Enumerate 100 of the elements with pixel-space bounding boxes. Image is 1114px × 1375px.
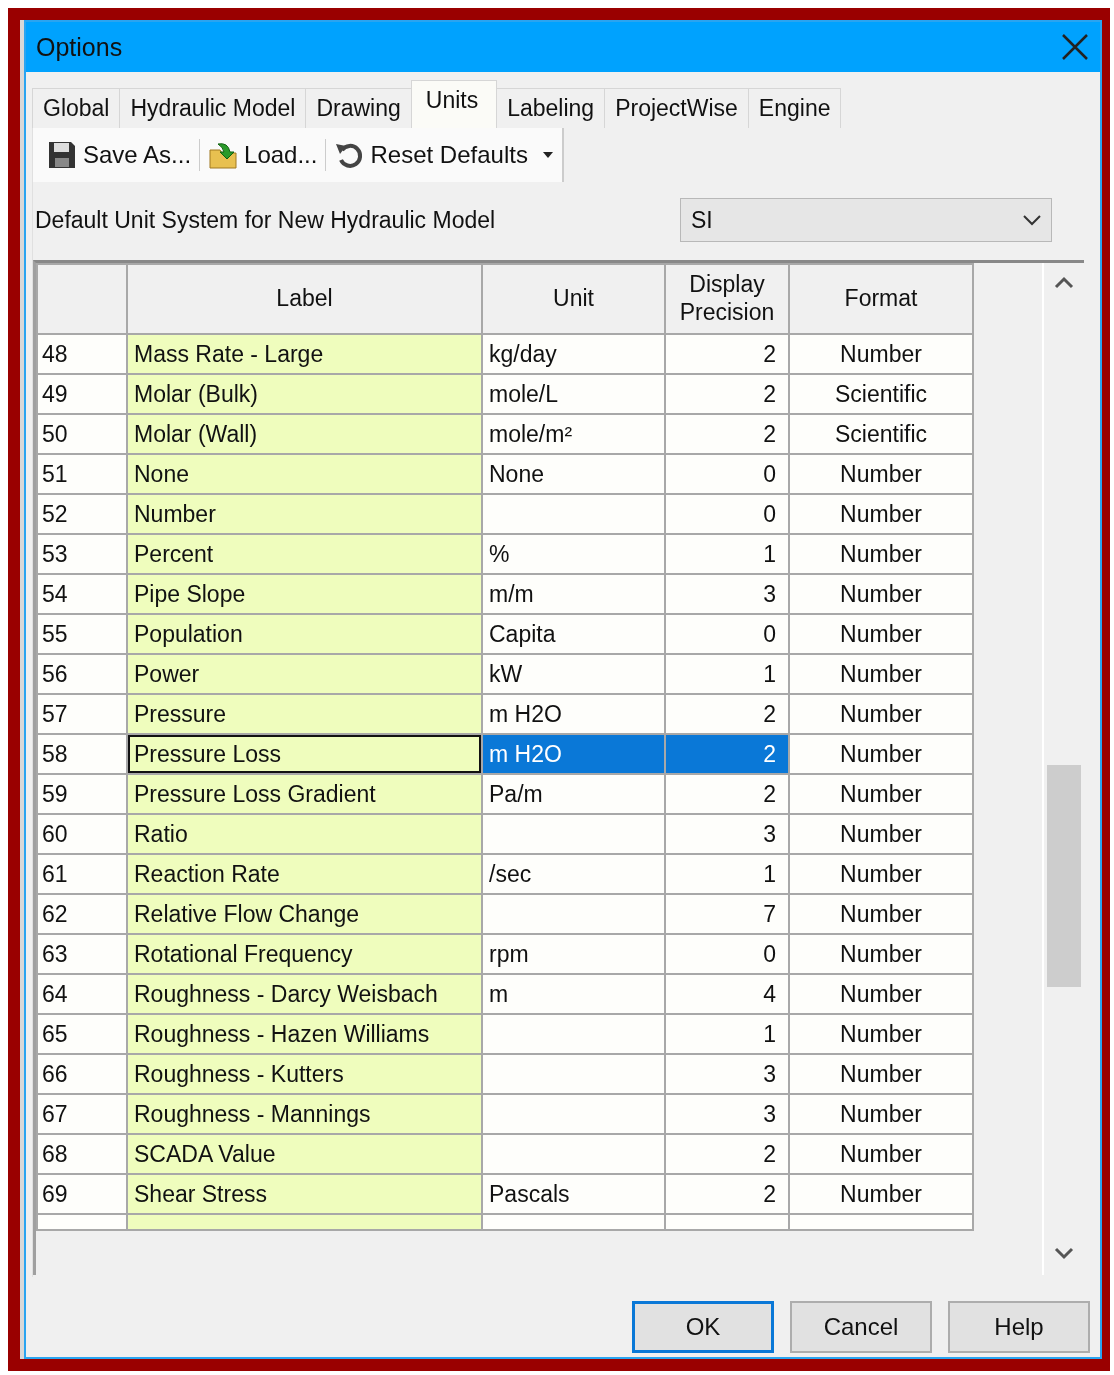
table-cell[interactable]: 3 (665, 814, 789, 854)
table-cell[interactable]: Molar (Wall) (127, 414, 482, 454)
scroll-up-icon[interactable] (1054, 275, 1074, 289)
table-cell[interactable]: m (482, 974, 665, 1014)
table-cell[interactable]: None (482, 454, 665, 494)
column-header[interactable]: Format (789, 264, 973, 334)
table-cell[interactable]: Number (789, 334, 973, 374)
table-cell[interactable]: 0 (665, 494, 789, 534)
table-cell[interactable]: 1 (665, 1014, 789, 1054)
table-cell[interactable]: 2 (665, 1174, 789, 1214)
table-cell[interactable]: Ratio (127, 814, 482, 854)
table-cell[interactable]: Shear Stress (127, 1174, 482, 1214)
table-cell[interactable]: 1 (665, 654, 789, 694)
dialog-button[interactable]: Help (948, 1301, 1090, 1353)
table-cell[interactable]: Number (789, 494, 973, 534)
table-cell[interactable] (482, 894, 665, 934)
table-cell[interactable]: m H2O (482, 694, 665, 734)
table-cell[interactable]: Mass Rate - Large (127, 334, 482, 374)
scrollbar-thumb[interactable] (1047, 765, 1081, 987)
column-header[interactable]: Display Precision (665, 264, 789, 334)
tab[interactable]: Engine (747, 88, 842, 128)
table-cell[interactable]: Number (789, 1094, 973, 1134)
dialog-button[interactable]: OK (632, 1301, 774, 1353)
table-cell[interactable]: Pressure Loss Gradient (127, 774, 482, 814)
table-cell[interactable]: Pipe Slope (127, 574, 482, 614)
dialog-button[interactable]: Cancel (790, 1301, 932, 1353)
table-cell[interactable]: Power (127, 654, 482, 694)
table-cell[interactable]: Number (789, 934, 973, 974)
table-cell[interactable] (482, 1054, 665, 1094)
table-cell[interactable]: Population (127, 614, 482, 654)
table-cell[interactable]: 0 (665, 454, 789, 494)
tab[interactable]: Units (410, 80, 498, 128)
table-cell[interactable]: 7 (665, 894, 789, 934)
table-cell[interactable]: Number (789, 454, 973, 494)
table-cell[interactable]: 1 (665, 534, 789, 574)
table-cell[interactable]: Number (789, 814, 973, 854)
table-cell[interactable]: Number (789, 734, 973, 774)
table-cell[interactable]: 0 (665, 614, 789, 654)
table-cell[interactable]: Roughness - Hazen Williams (127, 1014, 482, 1054)
table-cell[interactable]: 2 (665, 1134, 789, 1174)
table-cell[interactable]: Rotational Frequency (127, 934, 482, 974)
table-cell[interactable]: Number (789, 774, 973, 814)
table-cell[interactable]: Number (789, 1054, 973, 1094)
table-cell[interactable]: Number (789, 1134, 973, 1174)
table-cell[interactable]: Pressure (127, 694, 482, 734)
table-cell[interactable]: Roughness - Kutters (127, 1054, 482, 1094)
table-cell[interactable]: 3 (665, 1094, 789, 1134)
table-cell[interactable]: Roughness - Mannings (127, 1094, 482, 1134)
table-cell[interactable]: Molar (Bulk) (127, 374, 482, 414)
table-cell[interactable]: 3 (665, 1054, 789, 1094)
scroll-down-icon[interactable] (1054, 1247, 1074, 1261)
table-cell[interactable]: m H2O (482, 734, 665, 774)
table-cell[interactable]: 2 (665, 414, 789, 454)
table-cell[interactable]: Number (789, 894, 973, 934)
table-cell[interactable]: Pascals (482, 1174, 665, 1214)
table-cell[interactable]: /sec (482, 854, 665, 894)
table-cell[interactable] (482, 494, 665, 534)
table-cell[interactable]: Relative Flow Change (127, 894, 482, 934)
table-cell[interactable]: % (482, 534, 665, 574)
table-cell[interactable]: Number (789, 854, 973, 894)
table-cell[interactable]: Number (789, 574, 973, 614)
close-icon[interactable] (1060, 32, 1090, 62)
table-cell[interactable]: 2 (665, 694, 789, 734)
toolbar-button[interactable]: Reset Defaults (326, 132, 562, 178)
table-cell[interactable]: Number (127, 494, 482, 534)
table-cell[interactable]: Number (789, 534, 973, 574)
table-cell[interactable]: 0 (665, 934, 789, 974)
table-cell[interactable]: m/m (482, 574, 665, 614)
table-cell[interactable] (482, 814, 665, 854)
table-cell[interactable]: Pressure Loss (127, 734, 482, 774)
column-header[interactable]: Unit (482, 264, 665, 334)
table-cell[interactable]: Number (789, 654, 973, 694)
table-cell[interactable]: Number (789, 694, 973, 734)
table-cell[interactable]: rpm (482, 934, 665, 974)
table-cell[interactable]: 4 (665, 974, 789, 1014)
table-cell[interactable]: None (127, 454, 482, 494)
table-cell[interactable]: Pa/m (482, 774, 665, 814)
table-cell[interactable]: mole/m² (482, 414, 665, 454)
table-cell[interactable]: 2 (665, 774, 789, 814)
table-cell[interactable]: Scientific (789, 414, 973, 454)
toolbar-button[interactable]: Save As... (39, 132, 200, 178)
table-cell[interactable]: kg/day (482, 334, 665, 374)
tab[interactable]: Global (32, 88, 121, 128)
table-cell[interactable] (482, 1134, 665, 1174)
table-cell[interactable]: 2 (665, 734, 789, 774)
toolbar-button[interactable]: Load... (200, 132, 326, 178)
table-cell[interactable]: Number (789, 614, 973, 654)
table-cell[interactable]: Reaction Rate (127, 854, 482, 894)
table-cell[interactable]: 1 (665, 854, 789, 894)
table-cell[interactable]: Percent (127, 534, 482, 574)
table-cell[interactable]: Number (789, 1174, 973, 1214)
scrollbar[interactable] (1042, 263, 1084, 1275)
table-cell[interactable]: 3 (665, 574, 789, 614)
column-header[interactable]: Label (127, 264, 482, 334)
table-cell[interactable]: SCADA Value (127, 1134, 482, 1174)
table-cell[interactable]: 2 (665, 374, 789, 414)
table-cell[interactable] (482, 1094, 665, 1134)
table-cell[interactable]: kW (482, 654, 665, 694)
table-cell[interactable]: Capita (482, 614, 665, 654)
table-cell[interactable] (482, 1014, 665, 1054)
